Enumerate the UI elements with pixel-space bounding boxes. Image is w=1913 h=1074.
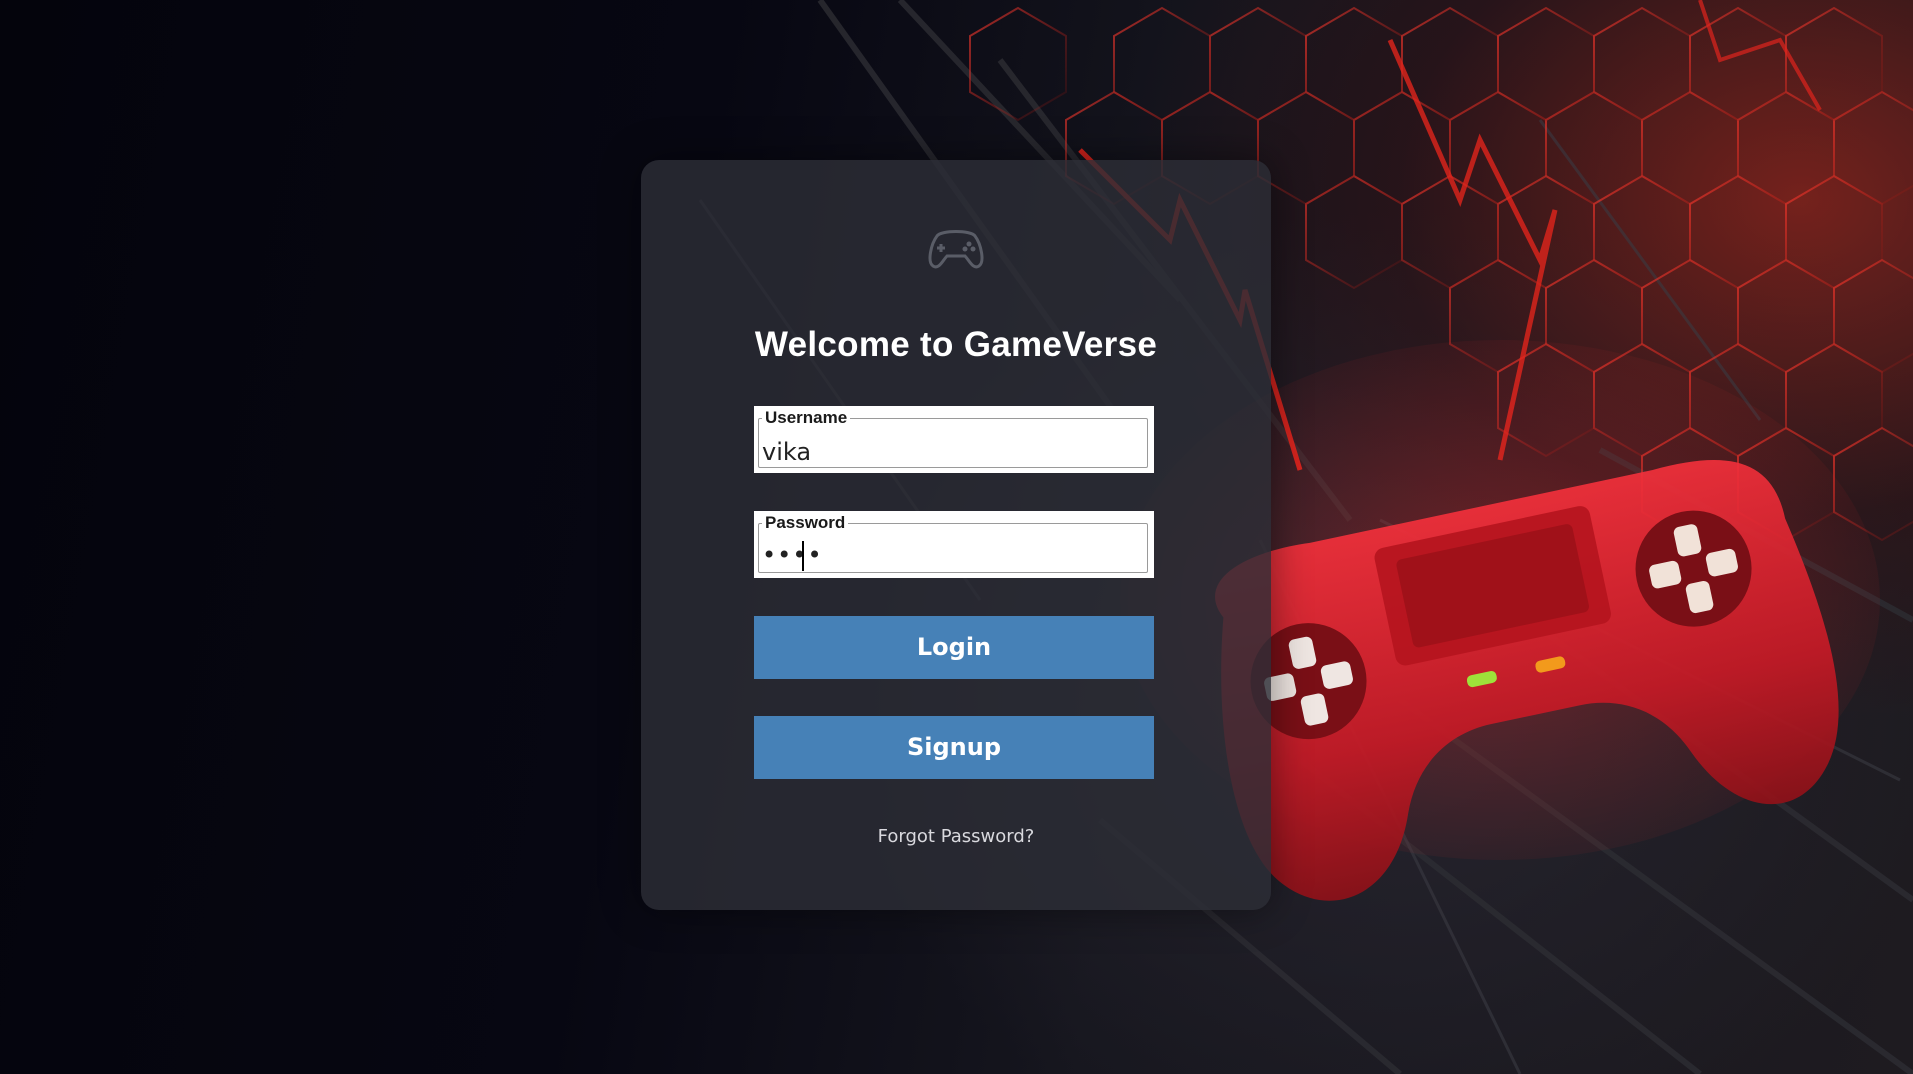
username-field[interactable]: Username vika: [754, 406, 1154, 473]
login-card: Welcome to GameVerse Username vika Passw…: [641, 160, 1271, 910]
login-button[interactable]: Login: [754, 616, 1154, 679]
password-input[interactable]: ••••: [762, 541, 823, 569]
page-title: Welcome to GameVerse: [754, 325, 1158, 364]
text-caret: [802, 541, 804, 571]
username-label: Username: [762, 408, 851, 428]
password-field[interactable]: Password ••••: [754, 511, 1154, 578]
login-page: Welcome to GameVerse Username vika Passw…: [0, 0, 1913, 1074]
password-label: Password: [762, 513, 849, 533]
gamepad-icon: [928, 230, 984, 269]
signup-button[interactable]: Signup: [754, 716, 1154, 779]
forgot-password-link[interactable]: Forgot Password?: [641, 826, 1271, 847]
username-input[interactable]: vika: [762, 438, 811, 466]
